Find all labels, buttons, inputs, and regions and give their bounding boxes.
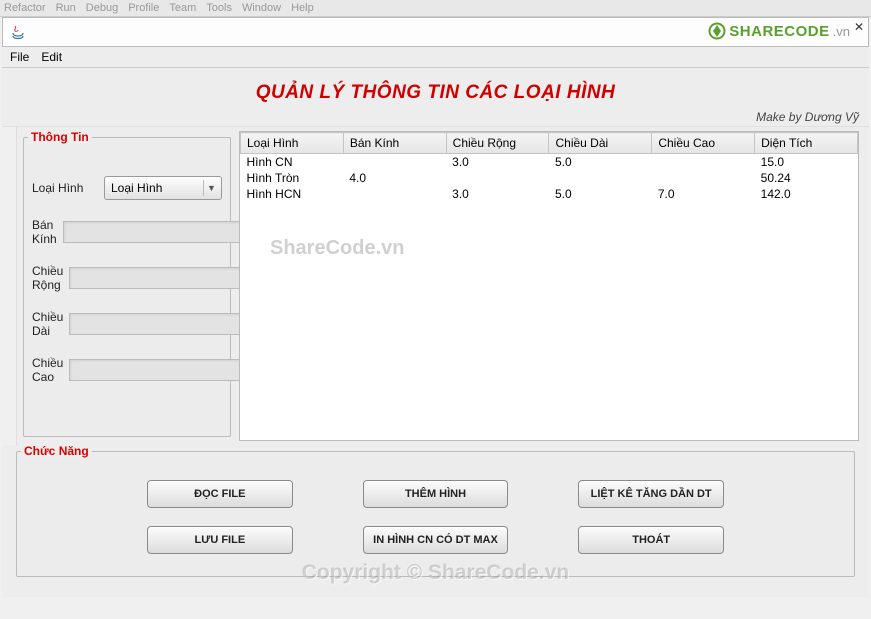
heading-area: QUẢN LÝ THÔNG TIN CÁC LOẠI HÌNH Make by … bbox=[2, 68, 869, 127]
table-header-row: Loại Hình Bán Kính Chiều Rộng Chiều Dài … bbox=[241, 133, 858, 154]
cell: 142.0 bbox=[755, 186, 858, 202]
brand-suffix: .vn bbox=[833, 24, 850, 39]
col-dien-tich[interactable]: Diện Tích bbox=[755, 133, 858, 154]
info-fieldset: Thông Tin Loại Hình Loại Hình ▼ Bán Kính… bbox=[23, 137, 231, 437]
sharecode-logo-icon bbox=[708, 22, 726, 40]
info-panel: Thông Tin Loại Hình Loại Hình ▼ Bán Kính… bbox=[17, 127, 237, 445]
label-chieu-rong: Chiều Rộng bbox=[32, 264, 63, 292]
ide-menu-item[interactable]: Profile bbox=[128, 2, 159, 14]
doc-file-button[interactable]: ĐỌC FILE bbox=[147, 480, 293, 508]
combo-loai-hinh[interactable]: Loại Hình ▼ bbox=[104, 176, 222, 200]
window-titlebar: SHARECODE .vn ✕ bbox=[2, 17, 869, 47]
data-table: Loại Hình Bán Kính Chiều Rộng Chiều Dài … bbox=[240, 132, 858, 202]
cell: 5.0 bbox=[549, 154, 652, 171]
row-chieu-dai: Chiều Dài bbox=[32, 310, 222, 338]
credit-line: Make by Dương Vỹ bbox=[2, 110, 869, 126]
input-ban-kinh[interactable] bbox=[63, 221, 250, 243]
cell: Hình CN bbox=[241, 154, 344, 171]
label-loai-hinh: Loại Hình bbox=[32, 181, 98, 195]
cell: 3.0 bbox=[446, 186, 549, 202]
cell: 3.0 bbox=[446, 154, 549, 171]
func-panel: Chức Năng ĐỌC FILE THÊM HÌNH LIỆT KÊ TĂN… bbox=[2, 445, 869, 597]
label-chieu-dai: Chiều Dài bbox=[32, 310, 63, 338]
label-chieu-cao: Chiều Cao bbox=[32, 356, 63, 384]
table-panel: Loại Hình Bán Kính Chiều Rộng Chiều Dài … bbox=[237, 127, 863, 445]
java-icon bbox=[9, 23, 27, 41]
ide-menu-item[interactable]: Refactor bbox=[4, 2, 46, 14]
ide-menu-item[interactable]: Window bbox=[242, 2, 281, 14]
menu-file[interactable]: File bbox=[10, 50, 29, 64]
button-grid: ĐỌC FILE THÊM HÌNH LIỆT KÊ TĂNG DẦN DT L… bbox=[27, 480, 844, 554]
table-wrap: Loại Hình Bán Kính Chiều Rộng Chiều Dài … bbox=[239, 131, 859, 441]
cell bbox=[343, 154, 446, 171]
row-chieu-rong: Chiều Rộng bbox=[32, 264, 222, 292]
table-row[interactable]: Hình CN 3.0 5.0 15.0 bbox=[241, 154, 858, 171]
cell bbox=[549, 170, 652, 186]
in-hinh-button[interactable]: IN HÌNH CN CÓ DT MAX bbox=[363, 526, 509, 554]
liet-ke-button[interactable]: LIỆT KÊ TĂNG DẦN DT bbox=[578, 480, 724, 508]
cell: 7.0 bbox=[652, 186, 755, 202]
ide-menu-bar: Refactor Run Debug Profile Team Tools Wi… bbox=[0, 0, 871, 17]
label-ban-kinh: Bán Kính bbox=[32, 218, 57, 246]
sharecode-brand: SHARECODE .vn bbox=[708, 22, 850, 40]
menu-edit[interactable]: Edit bbox=[41, 50, 62, 64]
them-hinh-button[interactable]: THÊM HÌNH bbox=[363, 480, 509, 508]
close-icon[interactable]: ✕ bbox=[854, 20, 864, 34]
page-title: QUẢN LÝ THÔNG TIN CÁC LOẠI HÌNH bbox=[2, 76, 869, 110]
col-chieu-rong[interactable]: Chiều Rộng bbox=[446, 133, 549, 154]
thoat-button[interactable]: THOÁT bbox=[578, 526, 724, 554]
table-row[interactable]: Hình Tròn 4.0 50.24 bbox=[241, 170, 858, 186]
cell bbox=[652, 154, 755, 171]
func-fieldset: Chức Năng ĐỌC FILE THÊM HÌNH LIỆT KÊ TĂN… bbox=[16, 451, 855, 577]
row-chieu-cao: Chiều Cao bbox=[32, 356, 222, 384]
cell: 5.0 bbox=[549, 186, 652, 202]
input-chieu-rong[interactable] bbox=[69, 267, 256, 289]
app-menu-bar: File Edit bbox=[2, 47, 869, 68]
cell: 50.24 bbox=[755, 170, 858, 186]
luu-file-button[interactable]: LƯU FILE bbox=[147, 526, 293, 554]
col-chieu-dai[interactable]: Chiều Dài bbox=[549, 133, 652, 154]
ide-menu-item[interactable]: Debug bbox=[86, 2, 118, 14]
input-chieu-dai[interactable] bbox=[69, 313, 256, 335]
cell: 4.0 bbox=[343, 170, 446, 186]
brand-text: SHARECODE bbox=[729, 23, 829, 40]
col-ban-kinh[interactable]: Bán Kính bbox=[343, 133, 446, 154]
chevron-down-icon: ▼ bbox=[203, 180, 219, 196]
table-row[interactable]: Hình HCN 3.0 5.0 7.0 142.0 bbox=[241, 186, 858, 202]
cell: 15.0 bbox=[755, 154, 858, 171]
row-loai-hinh: Loại Hình Loại Hình ▼ bbox=[32, 176, 222, 200]
row-ban-kinh: Bán Kính bbox=[32, 218, 222, 246]
col-chieu-cao[interactable]: Chiều Cao bbox=[652, 133, 755, 154]
combo-value: Loại Hình bbox=[111, 181, 162, 195]
ide-menu-item[interactable]: Team bbox=[169, 2, 196, 14]
input-chieu-cao[interactable] bbox=[69, 359, 256, 381]
func-legend: Chức Năng bbox=[21, 444, 92, 458]
watermark: ShareCode.vn bbox=[270, 237, 404, 260]
cell bbox=[446, 170, 549, 186]
ide-menu-item[interactable]: Run bbox=[56, 2, 76, 14]
cell bbox=[343, 186, 446, 202]
gutter-right bbox=[863, 127, 869, 445]
content-row: Thông Tin Loại Hình Loại Hình ▼ Bán Kính… bbox=[2, 127, 869, 445]
ide-menu-item[interactable]: Tools bbox=[206, 2, 232, 14]
cell: Hình Tròn bbox=[241, 170, 344, 186]
gutter-left bbox=[2, 127, 17, 445]
cell: Hình HCN bbox=[241, 186, 344, 202]
col-loai-hinh[interactable]: Loại Hình bbox=[241, 133, 344, 154]
info-legend: Thông Tin bbox=[28, 130, 92, 144]
ide-menu-item[interactable]: Help bbox=[291, 2, 314, 14]
cell bbox=[652, 170, 755, 186]
